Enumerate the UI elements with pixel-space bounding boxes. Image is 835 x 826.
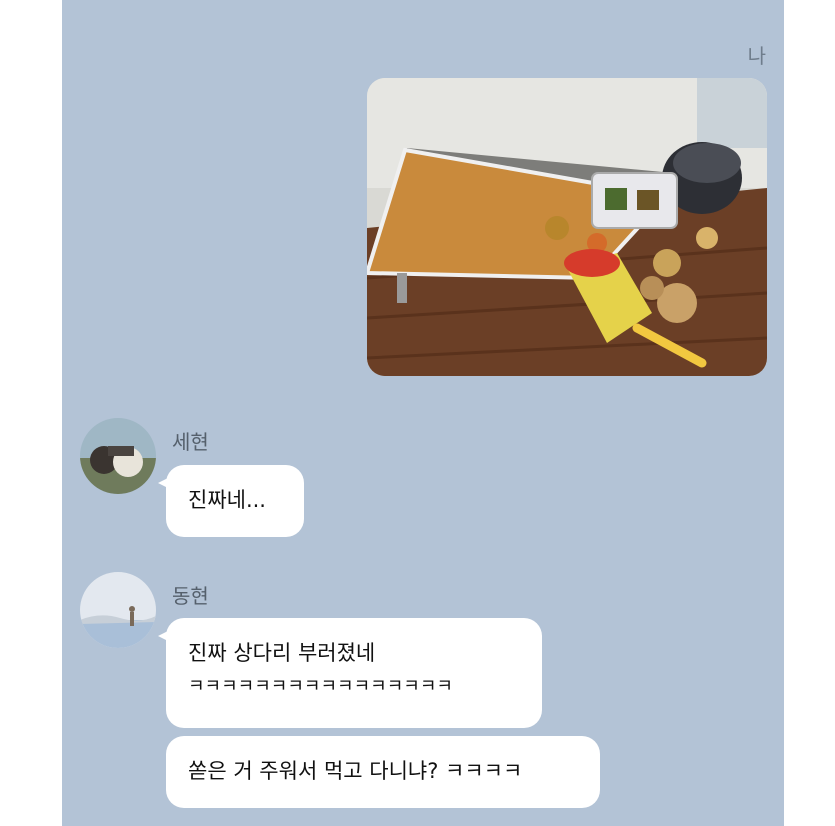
chat-area: 나 세현 진짜네... 동현 진짜 상다리 부러졌네 ㅋㅋㅋㅋㅋㅋㅋㅋㅋㅋㅋㅋㅋ… (62, 0, 784, 826)
sender-name: 세현 (172, 430, 209, 454)
sent-photo[interactable] (367, 78, 767, 376)
message-text-line: ㅋㅋㅋㅋㅋㅋㅋㅋㅋㅋㅋㅋㅋㅋㅋㅋ (188, 676, 453, 697)
avatar[interactable] (80, 418, 156, 494)
avatar-icon (80, 572, 156, 648)
message-text-line: 진짜 상다리 부러졌네 (188, 641, 376, 665)
sender-name: 동현 (172, 584, 209, 608)
message-text: 쏟은 거 주워서 먹고 다니냐? ㅋㅋㅋㅋ (188, 759, 523, 783)
message-bubble[interactable]: 진짜네... (158, 465, 304, 537)
avatar[interactable] (80, 572, 156, 648)
avatar-icon (80, 418, 156, 494)
photo-icon (367, 78, 767, 376)
my-name-label: 나 (747, 44, 766, 68)
message-bubble[interactable]: 진짜 상다리 부러졌네 ㅋㅋㅋㅋㅋㅋㅋㅋㅋㅋㅋㅋㅋㅋㅋㅋ (158, 618, 542, 728)
message-text: 진짜네... (188, 488, 266, 512)
message-bubble[interactable]: 쏟은 거 주워서 먹고 다니냐? ㅋㅋㅋㅋ (166, 736, 600, 808)
